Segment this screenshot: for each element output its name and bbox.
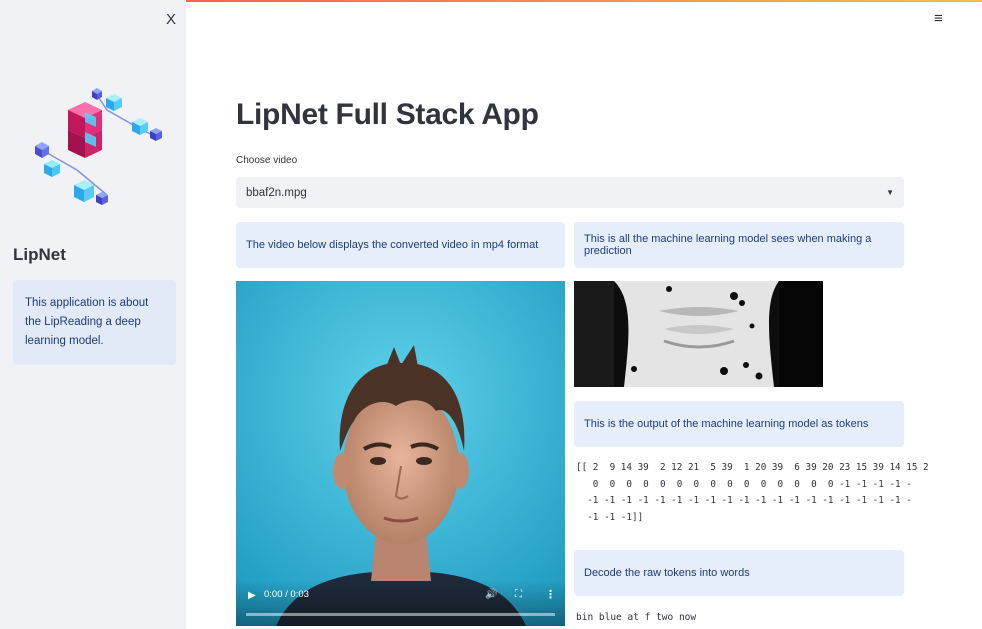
tokens-output: [[ 2 9 14 39 2 12 21 5 39 1 20 39 6 39 2… [576,462,929,523]
video-select-label: Choose video [236,155,298,166]
video-time: 0:00 / 0:03 [264,589,309,600]
decode-info-text: Decode the raw tokens into words [584,567,750,579]
video-select[interactable]: bbaf2n.mpg ▼ [236,177,904,208]
cube-network-logo-icon [35,88,162,205]
sidebar-title: LipNet [13,245,66,264]
decoded-output: bin blue at f two now [576,612,697,623]
play-icon[interactable]: ▶ [248,590,256,601]
fullscreen-icon[interactable]: ⛶ [515,589,522,600]
sidebar-info-box: This application is about the LipReading… [13,280,176,365]
chevron-down-icon: ▼ [886,188,894,197]
model-input-frame-image [574,281,823,387]
model-view-info-text: This is all the machine learning model s… [584,233,872,257]
sidebar: X LipNet This application is about the L… [0,0,186,629]
hamburger-menu-icon[interactable]: ≡ [934,10,943,27]
page-title: LipNet Full Stack App [236,98,539,131]
video-player[interactable]: ▶ 0:00 / 0:03 🔊 ⛶ ⋮ [236,281,565,626]
video-frame-image [236,281,565,626]
video-info-card: The video below displays the converted v… [236,222,565,268]
tokens-info-text: This is the output of the machine learni… [584,418,869,430]
tokens-info-card: This is the output of the machine learni… [574,401,904,447]
video-info-text: The video below displays the converted v… [246,239,539,251]
video-controls: ▶ 0:00 / 0:03 🔊 ⛶ ⋮ [236,580,565,626]
video-progress-bar[interactable] [246,613,555,616]
model-view-info-card: This is all the machine learning model s… [574,222,904,268]
decode-info-card: Decode the raw tokens into words [574,550,904,596]
video-select-value: bbaf2n.mpg [246,186,307,199]
volume-icon[interactable]: 🔊 [485,589,497,600]
more-options-icon[interactable]: ⋮ [545,588,556,601]
close-sidebar-button[interactable]: X [162,11,180,29]
